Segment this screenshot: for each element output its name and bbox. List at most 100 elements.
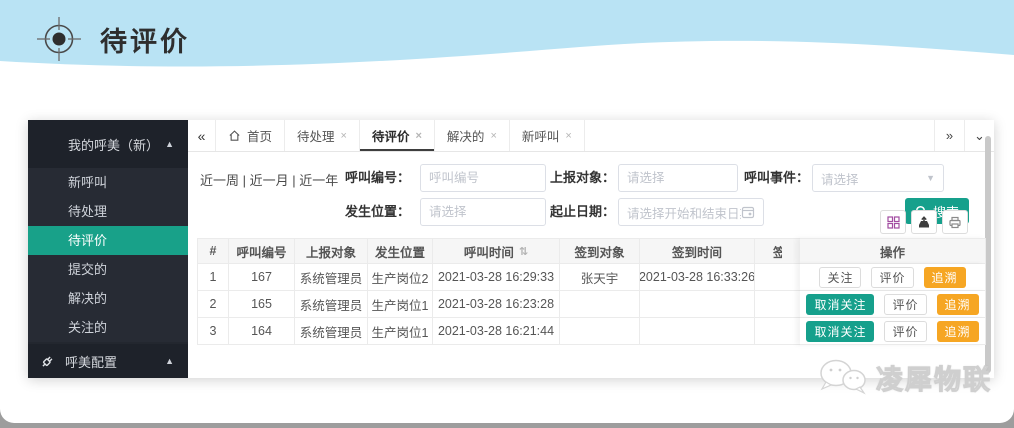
- cell-index: 1: [197, 264, 229, 291]
- close-icon[interactable]: ×: [490, 130, 496, 142]
- col-location: 发生位置: [368, 238, 433, 264]
- cell-actions: 取消关注 评价 追溯: [800, 318, 986, 345]
- export-icon: [917, 216, 931, 229]
- crosshair-icon: [36, 16, 82, 62]
- cell-sign-time: 2021-03-28 16:33:26: [640, 264, 755, 291]
- collapse-sidebar-button[interactable]: «: [188, 120, 216, 151]
- report-target-label: 上报对象：: [550, 164, 615, 192]
- main-card: 我的呼美（新） ▲ 新呼叫 待处理 待评价 提交的 解决的 关注的: [28, 120, 994, 378]
- caret-up-icon: ▲: [165, 139, 174, 149]
- cell-index: 3: [197, 318, 229, 345]
- col-index: #: [197, 238, 229, 264]
- follow-button[interactable]: 关注: [819, 267, 861, 288]
- sidebar-section-label: 我的呼美（新）: [68, 135, 165, 154]
- cell-call-time: 2021-03-28 16:29:33: [433, 264, 560, 291]
- date-range-placeholder: 请选择开始和结束日期: [627, 203, 741, 222]
- sidebar-section-config[interactable]: 呼美配置 ▲: [28, 344, 188, 378]
- table-row: 3 164 系统管理员 生产岗位1 2021-03-28 16:21:44 取消…: [197, 318, 986, 345]
- sidebar-section-label: 呼美配置: [65, 352, 155, 371]
- cell-location: 生产岗位2: [368, 264, 433, 291]
- evaluate-button[interactable]: 评价: [871, 267, 913, 288]
- cell-report-target: 系统管理员: [295, 318, 368, 345]
- sidebar-item-pending[interactable]: 待处理: [28, 197, 188, 226]
- table-row: 2 165 系统管理员 生产岗位1 2021-03-28 16:23:28 取消…: [197, 291, 986, 318]
- cell-actions: 关注 评价 追溯: [800, 264, 986, 291]
- tab-new-call[interactable]: 新呼叫 ×: [510, 120, 585, 151]
- cell-truncated: [755, 291, 800, 318]
- tab-to-evaluate[interactable]: 待评价 ×: [360, 120, 435, 151]
- close-icon[interactable]: ×: [565, 130, 571, 142]
- trace-button[interactable]: 追溯: [937, 321, 979, 342]
- cell-call-time: 2021-03-28 16:23:28: [433, 291, 560, 318]
- close-icon[interactable]: ×: [415, 130, 421, 142]
- evaluate-button[interactable]: 评价: [884, 321, 926, 342]
- cell-location: 生产岗位1: [368, 291, 433, 318]
- tab-pending[interactable]: 待处理 ×: [285, 120, 360, 151]
- tab-label: 待评价: [372, 126, 410, 145]
- tab-label: 新呼叫: [522, 126, 560, 145]
- col-call-time[interactable]: 呼叫时间 ⇅: [433, 238, 560, 264]
- cell-sign-time: [640, 318, 755, 345]
- cell-call-no: 167: [229, 264, 295, 291]
- sidebar-submenu: 新呼叫 待处理 待评价 提交的 解决的 关注的: [28, 168, 188, 342]
- col-truncated-label: 签: [773, 242, 782, 261]
- call-event-select[interactable]: 请选择 ▼: [812, 164, 944, 192]
- grid-icon: [887, 216, 900, 229]
- col-truncated: 签: [755, 238, 800, 264]
- quick-date-ranges[interactable]: 近一周 | 近一月 | 近一年: [200, 170, 338, 189]
- call-no-input[interactable]: [420, 164, 546, 192]
- date-range-label: 起止日期：: [550, 198, 615, 226]
- table-header-row: # 呼叫编号 上报对象 发生位置 呼叫时间 ⇅ 签到对象 签到时间 签 操作: [197, 238, 986, 264]
- cell-call-no: 164: [229, 318, 295, 345]
- report-target-input[interactable]: [618, 164, 738, 192]
- tabs-scroll-right-button[interactable]: »: [934, 120, 964, 151]
- export-button[interactable]: [911, 210, 937, 234]
- home-icon: [228, 129, 241, 142]
- select-placeholder: 请选择: [821, 169, 859, 188]
- unfollow-button[interactable]: 取消关注: [806, 321, 874, 342]
- cell-actions: 取消关注 评价 追溯: [800, 291, 986, 318]
- cell-call-time: 2021-03-28 16:21:44: [433, 318, 560, 345]
- sidebar-item-followed[interactable]: 关注的: [28, 313, 188, 342]
- page: 待评价 我的呼美（新） ▲ 新呼叫 待处理 待评价 提交的 解决的 关注的: [0, 0, 1014, 423]
- trace-button[interactable]: 追溯: [937, 294, 979, 315]
- close-icon[interactable]: ×: [341, 130, 347, 142]
- table-row: 1 167 系统管理员 生产岗位2 2021-03-28 16:29:33 张天…: [197, 264, 986, 291]
- col-actions: 操作: [800, 238, 986, 264]
- trace-button[interactable]: 追溯: [924, 267, 966, 288]
- call-no-label: 呼叫编号：: [345, 164, 410, 192]
- tab-home[interactable]: 首页: [216, 120, 285, 151]
- tab-resolved[interactable]: 解决的 ×: [435, 120, 510, 151]
- cell-report-target: 系统管理员: [295, 264, 368, 291]
- tab-bar: « 首页 待处理 × 待评价 × 解决的 ×: [188, 120, 994, 152]
- calendar-icon: [741, 205, 755, 219]
- date-range-input[interactable]: 请选择开始和结束日期: [618, 198, 764, 226]
- print-button[interactable]: [942, 210, 968, 234]
- sidebar-item-submitted[interactable]: 提交的: [28, 255, 188, 284]
- tab-label: 解决的: [447, 126, 485, 145]
- location-input[interactable]: [420, 198, 546, 226]
- sidebar-section-my-calls[interactable]: 我的呼美（新） ▲: [28, 120, 188, 168]
- page-title: 待评价: [100, 20, 190, 59]
- table-toolbar: [880, 210, 968, 234]
- sidebar-item-new-call[interactable]: 新呼叫: [28, 168, 188, 197]
- col-sign-time: 签到时间: [640, 238, 755, 264]
- cell-call-no: 165: [229, 291, 295, 318]
- sidebar-item-resolved[interactable]: 解决的: [28, 284, 188, 313]
- sort-icon[interactable]: ⇅: [519, 245, 528, 258]
- printer-icon: [948, 216, 962, 229]
- col-report-target: 上报对象: [295, 238, 368, 264]
- unfollow-button[interactable]: 取消关注: [806, 294, 874, 315]
- cell-truncated: [755, 264, 800, 291]
- column-settings-button[interactable]: [880, 210, 906, 234]
- col-call-time-label: 呼叫时间: [464, 242, 514, 261]
- tab-label: 待处理: [297, 126, 335, 145]
- sidebar-item-to-evaluate[interactable]: 待评价: [28, 226, 188, 255]
- location-label: 发生位置：: [345, 198, 410, 226]
- cell-sign-target: [560, 318, 640, 345]
- sidebar: 我的呼美（新） ▲ 新呼叫 待处理 待评价 提交的 解决的 关注的: [28, 120, 188, 378]
- evaluate-button[interactable]: 评价: [884, 294, 926, 315]
- content-area: « 首页 待处理 × 待评价 × 解决的 ×: [188, 120, 994, 378]
- cell-index: 2: [197, 291, 229, 318]
- filter-panel: 近一周 | 近一月 | 近一年 呼叫编号： 上报对象： 呼叫事件： 请选择 ▼ …: [188, 152, 994, 238]
